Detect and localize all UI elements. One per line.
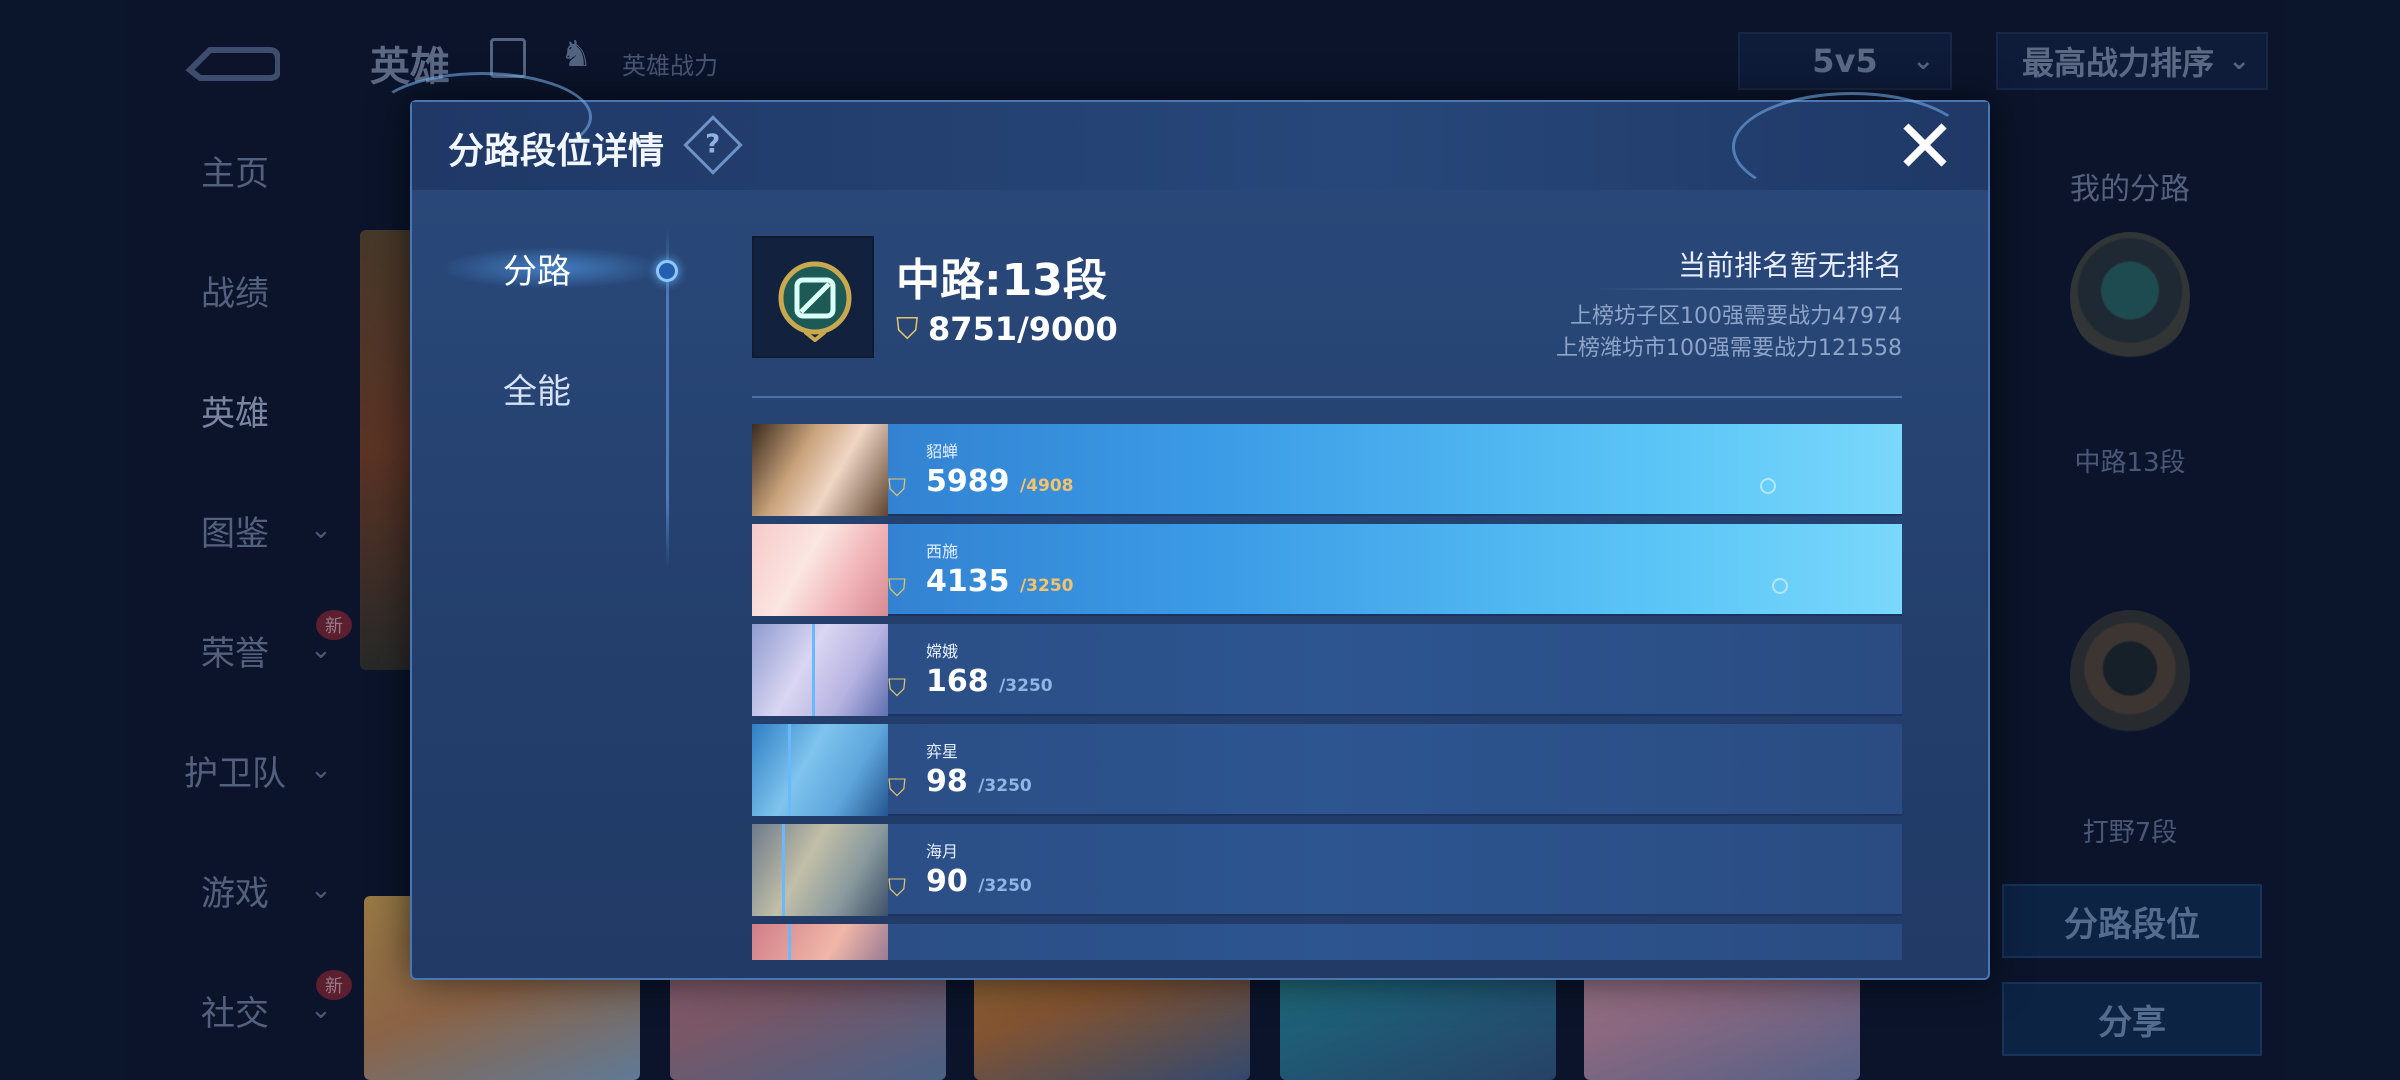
hero-score: 90 /3250	[926, 864, 1032, 899]
rank-status: 当前排名暂无排名	[1677, 249, 1902, 282]
city-requirement: 上榜潍坊市100强需要战力121558	[1556, 336, 1902, 361]
portrait-edge	[812, 624, 815, 716]
hero-portrait	[752, 724, 888, 816]
dialog-header: 分路段位详情 ? ✕	[372, 72, 1988, 202]
hero-row[interactable]: 海月 ⛉ 90 /3250	[752, 824, 1902, 916]
hero-row[interactable]: 嫦娥 ⛉ 168 /3250	[752, 624, 1902, 716]
power-badge-icon: ⛉	[888, 474, 906, 502]
hero-score: 4135 /3250	[926, 564, 1074, 599]
portrait-edge	[788, 724, 791, 816]
hero-power-list[interactable]: 貂蝉 ⛉ 5989 /4908 西施 ⛉ 4135 /3250 嫦娥 ⛉ 168…	[752, 424, 1902, 960]
hero-row[interactable]	[752, 924, 1902, 960]
hero-name: 西施	[926, 542, 959, 561]
help-icon[interactable]: ?	[683, 115, 743, 175]
power-badge-icon: ⛉	[888, 574, 906, 602]
district-requirement: 上榜坊子区100强需要战力47974	[1570, 304, 1902, 329]
lane-rank-detail-dialog: 分路段位详情 ? ✕ 分路 全能 中路:13段 ⛉ 8751/9000 当前排名…	[372, 72, 1990, 980]
dialog-tabs: 分路 全能	[412, 228, 678, 588]
hero-portrait	[752, 424, 888, 516]
hero-name: 弈星	[926, 742, 959, 761]
decor-dot	[1772, 578, 1788, 594]
hero-name: 貂蝉	[926, 442, 959, 461]
hero-portrait	[752, 824, 888, 916]
portrait-edge	[788, 924, 791, 960]
power-badge-icon: ⛉	[896, 312, 919, 347]
close-button[interactable]: ✕	[1890, 110, 1960, 184]
hero-score: 98 /3250	[926, 764, 1032, 799]
hero-name: 嫦娥	[926, 642, 959, 661]
rank-rule	[1592, 288, 1902, 290]
lane-badge-frame	[752, 236, 874, 358]
section-divider	[752, 396, 1902, 398]
active-tab-indicator	[656, 260, 678, 282]
hero-portrait	[752, 924, 888, 960]
tab-lane[interactable]: 分路	[412, 228, 678, 308]
power-badge-icon: ⛉	[888, 674, 906, 702]
lane-power: 8751/9000	[928, 310, 1118, 348]
hero-portrait	[752, 524, 888, 616]
hero-row[interactable]: 貂蝉 ⛉ 5989 /4908	[752, 424, 1902, 516]
hero-score: 168 /3250	[926, 664, 1053, 699]
power-badge-icon: ⛉	[888, 874, 906, 902]
hero-portrait	[752, 624, 888, 716]
hero-row[interactable]: 弈星 ⛉ 98 /3250	[752, 724, 1902, 816]
mid-lane-badge-icon	[778, 261, 852, 342]
portrait-edge	[782, 824, 785, 916]
decor-dot	[1760, 478, 1776, 494]
hero-row[interactable]: 西施 ⛉ 4135 /3250	[752, 524, 1902, 616]
power-badge-icon: ⛉	[888, 774, 906, 802]
tab-all-round[interactable]: 全能	[412, 348, 662, 428]
hero-name: 海月	[926, 842, 959, 861]
dialog-title: 分路段位详情	[448, 131, 665, 172]
lane-title: 中路:13段	[896, 255, 1107, 306]
hero-score: 5989 /4908	[926, 464, 1074, 499]
